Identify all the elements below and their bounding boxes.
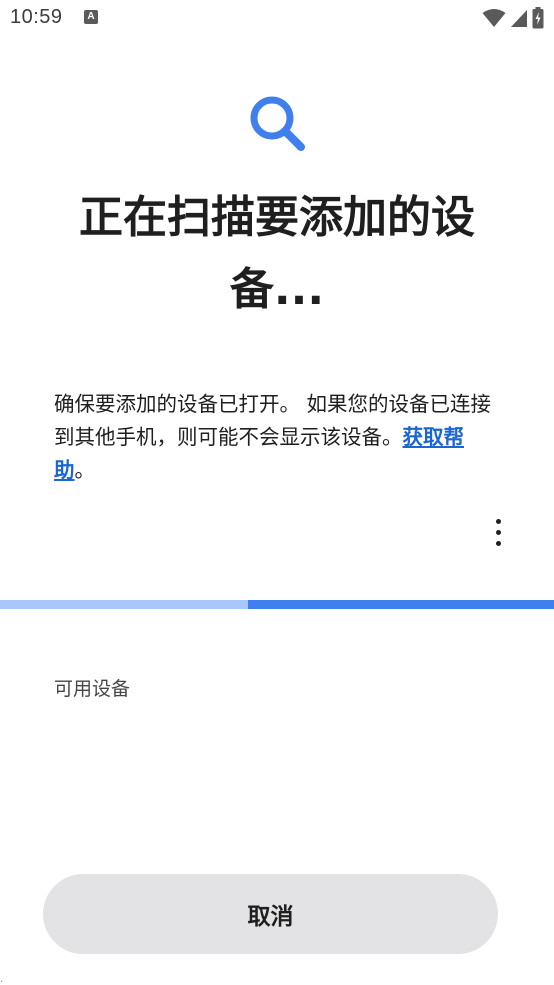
battery-charging-icon: [532, 7, 544, 29]
search-icon: [250, 96, 305, 151]
corner-mark: .: [0, 974, 4, 985]
page-title: 正在扫描要添加的设备...: [79, 192, 475, 315]
more-vert-icon[interactable]: [482, 512, 514, 552]
a-letter-notification-icon: A: [84, 10, 98, 24]
status-bar: 10:59 A: [0, 0, 554, 38]
status-time: 10:59: [10, 6, 63, 28]
available-devices-header: 可用设备: [54, 678, 131, 700]
cellular-signal-icon: [511, 10, 527, 27]
description-text: 确保要添加的设备已打开。 如果您的设备已连接到其他手机，则可能不会显示该设备。获…: [54, 388, 498, 487]
cancel-button[interactable]: 取消: [43, 874, 498, 954]
wifi-icon: [482, 9, 506, 27]
progress-bar: [0, 600, 554, 609]
description-trailing: 。: [74, 458, 96, 482]
status-icons: [482, 7, 544, 29]
progress-indicator: [248, 600, 554, 609]
